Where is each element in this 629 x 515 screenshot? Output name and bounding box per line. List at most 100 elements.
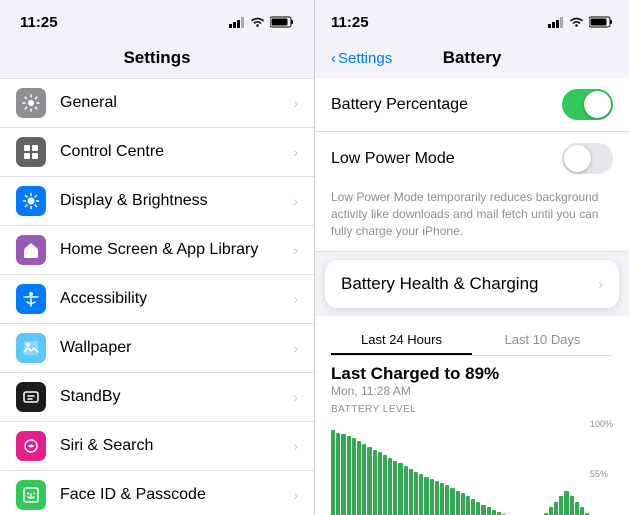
chart-bar (378, 452, 382, 515)
low-power-toggle[interactable] (562, 143, 613, 174)
chart-bar (409, 469, 413, 515)
settings-item-standby[interactable]: StandBy› (0, 373, 314, 422)
chart-bars (331, 419, 613, 515)
chart-bar (414, 472, 418, 515)
accessibility-icon (16, 284, 46, 314)
chart-bar (471, 499, 475, 515)
right-wifi-icon (569, 17, 584, 28)
battery-health-label: Battery Health & Charging (341, 274, 598, 294)
chart-bar (476, 502, 480, 515)
chart-bar (559, 496, 563, 515)
chart-bar (336, 433, 340, 515)
chart-bar (564, 491, 568, 515)
chart-bar (393, 461, 397, 515)
chart-y-labels: 100% 55% 2% (590, 419, 613, 515)
battery-settings-group: Battery Percentage Low Power Mode Low Po… (315, 78, 629, 252)
right-status-bar: 11:25 (315, 0, 629, 44)
general-icon (16, 88, 46, 118)
battery-chart: 100% 55% 2% (331, 419, 613, 515)
home-screen-icon (16, 235, 46, 265)
battery-percentage-toggle[interactable] (562, 89, 613, 120)
chart-bar (461, 493, 465, 515)
chart-section: Last 24 Hours Last 10 Days Last Charged … (315, 316, 629, 515)
home-screen-label: Home Screen & App Library (60, 241, 293, 259)
settings-item-display-brightness[interactable]: Display & Brightness› (0, 177, 314, 226)
left-time: 11:25 (20, 14, 58, 31)
right-panel: 11:25 (314, 0, 629, 515)
siri-search-icon (16, 431, 46, 461)
battery-health-chevron-icon: › (598, 276, 603, 292)
back-label: Settings (338, 50, 392, 67)
chart-bar (570, 496, 574, 515)
signal-icon (229, 17, 245, 28)
control-centre-icon (16, 137, 46, 167)
chart-bar (481, 505, 485, 515)
chart-bar (352, 438, 356, 515)
low-power-row: Low Power Mode (315, 132, 629, 185)
back-chevron-icon: ‹ (331, 50, 336, 67)
chart-bar (383, 455, 387, 515)
chart-bar (367, 447, 371, 515)
battery-icon (270, 16, 294, 28)
settings-item-accessibility[interactable]: Accessibility› (0, 275, 314, 324)
chart-bar (440, 483, 444, 515)
chevron-icon: › (293, 389, 298, 405)
wifi-icon (250, 17, 265, 28)
chart-bar (388, 458, 392, 515)
settings-item-face-id[interactable]: Face ID & Passcode› (0, 471, 314, 515)
settings-item-siri-search[interactable]: Siri & Search› (0, 422, 314, 471)
chevron-icon: › (293, 95, 298, 111)
low-power-label: Low Power Mode (331, 150, 562, 168)
toggle-knob (584, 91, 611, 118)
chart-bar (450, 488, 454, 515)
battery-percentage-label: Battery Percentage (331, 96, 562, 114)
tab-last-10-days[interactable]: Last 10 Days (472, 326, 613, 355)
settings-item-control-centre[interactable]: Control Centre› (0, 128, 314, 177)
battery-health-row[interactable]: Battery Health & Charging › (325, 260, 619, 308)
wallpaper-icon (16, 333, 46, 363)
settings-list: General›Control Centre›Display & Brightn… (0, 78, 314, 515)
display-brightness-label: Display & Brightness (60, 192, 293, 210)
low-power-toggle-knob (564, 145, 591, 172)
chart-bar (575, 502, 579, 515)
left-status-bar: 11:25 (0, 0, 314, 44)
left-panel: 11:25 (0, 0, 314, 515)
settings-item-wallpaper[interactable]: Wallpaper› (0, 324, 314, 373)
accessibility-label: Accessibility (60, 290, 293, 308)
chart-bar (424, 477, 428, 515)
chevron-icon: › (293, 487, 298, 503)
chart-bar (331, 430, 335, 515)
chevron-icon: › (293, 340, 298, 356)
chart-bar (466, 496, 470, 515)
low-power-description: Low Power Mode temporarily reduces backg… (315, 185, 629, 252)
chart-bar (398, 463, 402, 515)
chart-bar (445, 485, 449, 515)
charge-info: Last Charged to 89% Mon, 11:28 AM (331, 364, 613, 398)
chart-label: BATTERY LEVEL (331, 404, 613, 415)
chevron-icon: › (293, 193, 298, 209)
right-screen-title: Battery (443, 48, 502, 68)
chart-bar (419, 474, 423, 515)
right-time: 11:25 (331, 14, 369, 31)
display-brightness-icon (16, 186, 46, 216)
tab-last-24-hours[interactable]: Last 24 Hours (331, 326, 472, 355)
left-status-icons (229, 16, 294, 28)
chart-bar (341, 434, 345, 515)
back-button[interactable]: ‹ Settings (331, 50, 392, 67)
settings-item-home-screen[interactable]: Home Screen & App Library› (0, 226, 314, 275)
chart-tabs: Last 24 Hours Last 10 Days (331, 326, 613, 356)
standby-icon (16, 382, 46, 412)
chevron-icon: › (293, 291, 298, 307)
battery-percentage-row: Battery Percentage (315, 78, 629, 132)
charge-title: Last Charged to 89% (331, 364, 613, 384)
y-label-100: 100% (590, 419, 613, 429)
charge-subtitle: Mon, 11:28 AM (331, 384, 613, 398)
chart-bar (435, 481, 439, 515)
settings-item-general[interactable]: General› (0, 78, 314, 128)
chart-bar (487, 507, 491, 515)
chart-bar (580, 507, 584, 515)
right-status-icons (548, 16, 613, 28)
chevron-icon: › (293, 438, 298, 454)
battery-health-container: Battery Health & Charging › (315, 260, 629, 308)
standby-label: StandBy (60, 388, 293, 406)
